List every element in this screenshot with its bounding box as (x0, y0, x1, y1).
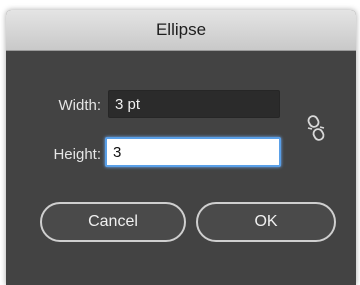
dialog-title: Ellipse (6, 10, 356, 51)
height-input[interactable] (105, 137, 281, 167)
ellipse-dialog: Ellipse Width: Height: Cancel OK (6, 10, 356, 285)
height-label: Height: (53, 146, 101, 163)
width-label: Width: (58, 97, 101, 114)
broken-link-icon[interactable] (304, 114, 328, 142)
cancel-button[interactable]: Cancel (40, 202, 186, 242)
ok-button[interactable]: OK (196, 202, 336, 242)
width-input[interactable] (108, 90, 280, 118)
